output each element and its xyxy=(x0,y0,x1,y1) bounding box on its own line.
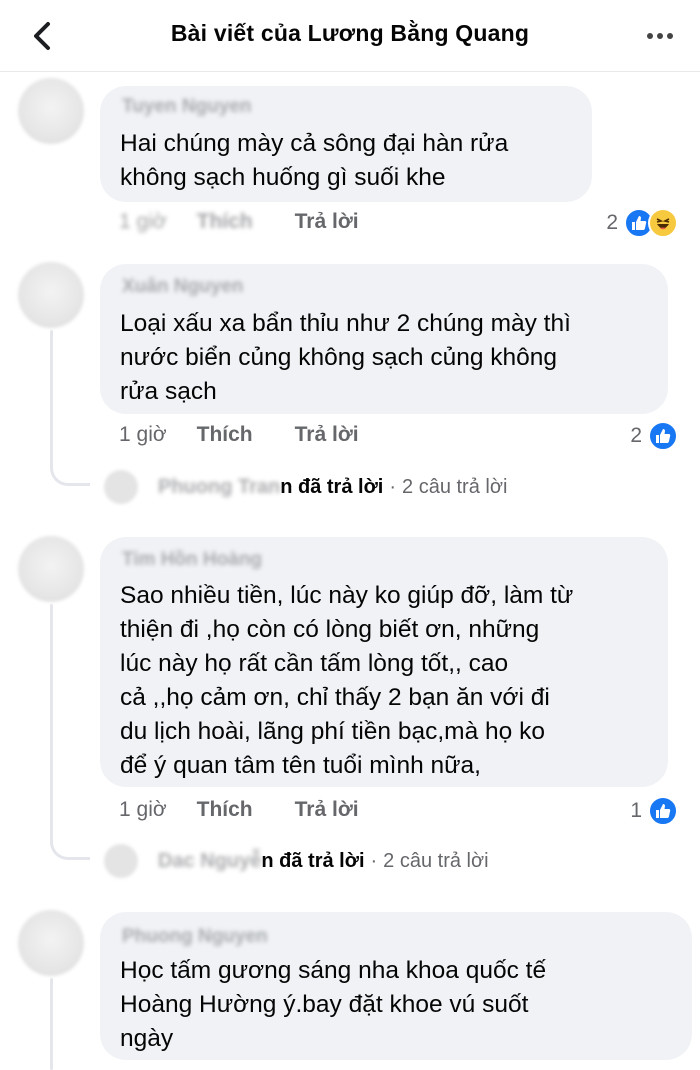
page-title: Bài viết của Lương Bằng Quang xyxy=(170,20,530,46)
separator: · xyxy=(370,850,378,872)
separator: · xyxy=(389,476,397,498)
like-icon xyxy=(648,796,678,826)
comment-actions: 1 giờ Thích Trả lời xyxy=(119,798,359,822)
reply-button[interactable]: Trả lời xyxy=(295,210,359,234)
view-replies-link[interactable]: Dac Nguyễ n đã trả lời · 2 câu trả lời xyxy=(158,850,489,873)
thread-connector xyxy=(50,458,90,486)
reply-avatar xyxy=(104,470,138,504)
comment-bubble: Tuyen Nguyen Hai chúng mày cả sông đại h… xyxy=(100,86,592,202)
reply-count: 2 câu trả lời xyxy=(383,850,489,872)
haha-icon xyxy=(648,208,678,238)
comment-bubble: Phuong Nguyen Học tấm gương sáng nha kho… xyxy=(100,912,692,1060)
comment-bubble: Xuân Nguyen Loại xấu xa bẩn thỉu như 2 c… xyxy=(100,264,668,414)
reply-author: Dac Nguyễ xyxy=(158,850,262,872)
more-options-button[interactable] xyxy=(642,22,678,50)
reply-button[interactable]: Trả lời xyxy=(295,798,359,822)
comment-author[interactable]: Xuân Nguyen xyxy=(122,276,243,298)
replied-text: n đã trả lời xyxy=(280,476,384,498)
top-bar: Bài viết của Lương Bằng Quang xyxy=(0,0,700,72)
thread-line xyxy=(50,978,53,1070)
replied-text: n đã trả lời xyxy=(261,850,365,872)
reaction-summary[interactable]: 2 xyxy=(606,208,678,238)
comment-text: Học tấm gương sáng nha khoa quốc tế Hoàn… xyxy=(120,957,547,1052)
reaction-count: 1 xyxy=(630,799,642,822)
reaction-summary[interactable]: 1 xyxy=(630,796,678,826)
avatar[interactable] xyxy=(18,262,84,328)
reaction-count: 2 xyxy=(630,424,642,447)
like-icon xyxy=(648,421,678,451)
thread-line xyxy=(50,604,53,844)
avatar[interactable] xyxy=(18,536,84,602)
reply-count: 2 câu trả lời xyxy=(402,476,508,498)
comment-actions: 1 giờ Thích Trả lời xyxy=(119,210,359,234)
comment-author[interactable]: Tim Hồn Hoàng xyxy=(122,549,262,571)
comment-time: 1 giờ xyxy=(119,210,167,233)
reply-avatar xyxy=(104,844,138,878)
comment-actions: 1 giờ Thích Trả lời xyxy=(119,423,359,447)
avatar[interactable] xyxy=(18,78,84,144)
like-button[interactable]: Thích xyxy=(197,210,253,234)
thread-line xyxy=(50,330,53,470)
reply-author: Phuong Tran xyxy=(158,476,281,498)
comment-text: Hai chúng mày cả sông đại hàn rửa không … xyxy=(120,130,509,191)
like-button[interactable]: Thích xyxy=(197,798,253,822)
comment-author[interactable]: Phuong Nguyen xyxy=(122,926,268,948)
reply-button[interactable]: Trả lời xyxy=(295,423,359,447)
reaction-summary[interactable]: 2 xyxy=(630,421,678,451)
view-replies-link[interactable]: Phuong Tran n đã trả lời · 2 câu trả lời xyxy=(158,476,507,499)
comment-time: 1 giờ xyxy=(119,798,167,821)
comment-bubble: Tim Hồn Hoàng Sao nhiều tiền, lúc này ko… xyxy=(100,537,668,787)
comment-time: 1 giờ xyxy=(119,423,167,446)
thread-connector xyxy=(50,832,90,860)
more-dots-icon xyxy=(647,33,673,39)
reaction-count: 2 xyxy=(606,211,618,234)
like-button[interactable]: Thích xyxy=(197,423,253,447)
comment-text: Sao nhiều tiền, lúc này ko giúp đỡ, làm … xyxy=(120,582,574,779)
comment-text: Loại xấu xa bẩn thỉu như 2 chúng mày thì… xyxy=(120,310,571,405)
comment-author[interactable]: Tuyen Nguyen xyxy=(122,96,252,118)
avatar[interactable] xyxy=(18,910,84,976)
